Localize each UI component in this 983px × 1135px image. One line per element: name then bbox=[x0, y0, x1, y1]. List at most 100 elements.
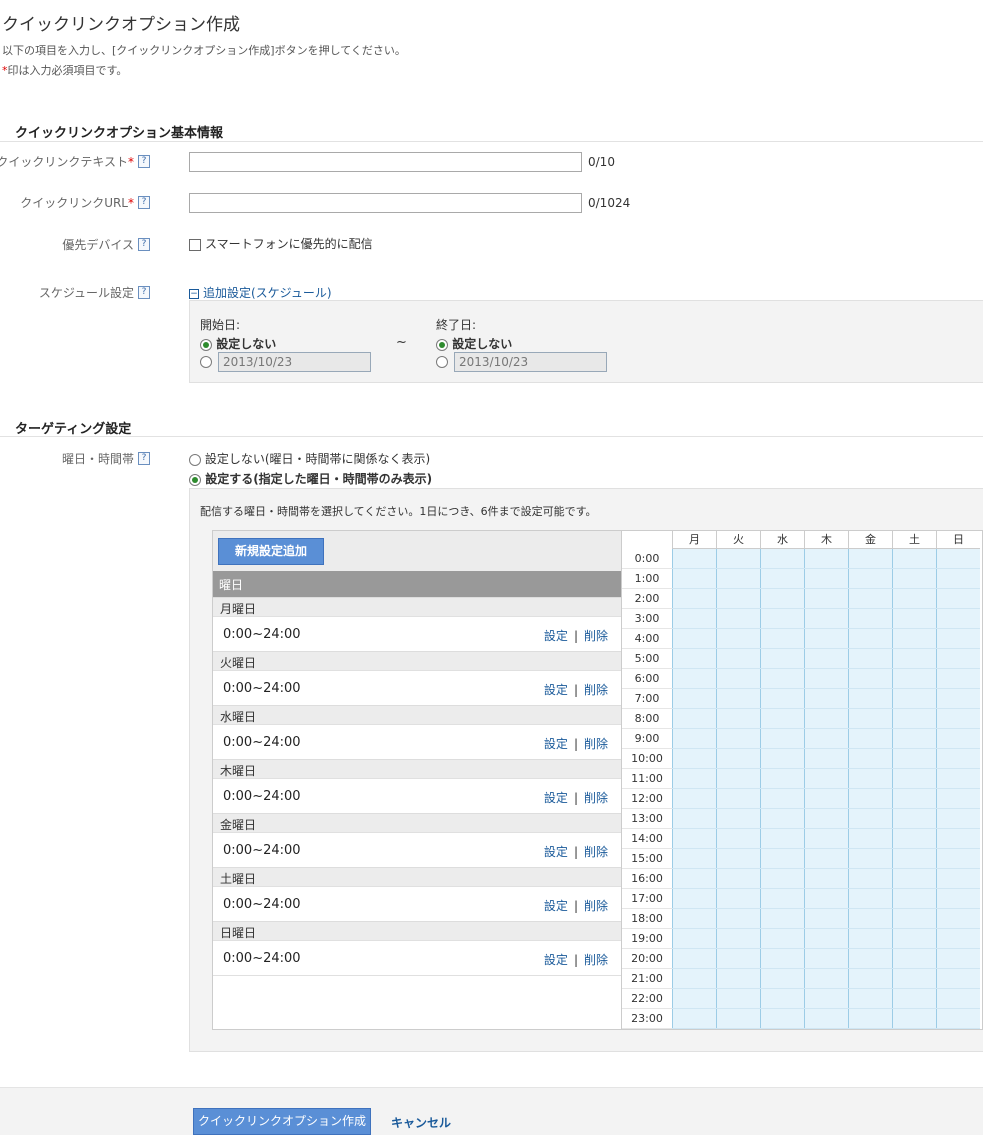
day-row: 0:00~24:00 設定 | 削除 bbox=[213, 670, 621, 705]
radio-label: 設定する(指定した曜日・時間帯のみ表示) bbox=[205, 472, 433, 486]
start-no-setting-radio[interactable] bbox=[200, 338, 212, 351]
end-date-input[interactable]: 2013/10/23 bbox=[454, 352, 607, 372]
grid-row-line bbox=[672, 628, 980, 629]
set-link[interactable]: 設定 bbox=[544, 683, 568, 697]
grid-day-header: 月 bbox=[672, 531, 716, 549]
separator: | bbox=[573, 845, 578, 859]
day-header: 月曜日 bbox=[213, 597, 621, 616]
delete-link[interactable]: 削除 bbox=[584, 683, 608, 697]
hour-label: 21:00 bbox=[622, 969, 672, 989]
cancel-link[interactable]: キャンセル bbox=[391, 1114, 451, 1131]
separator: | bbox=[573, 899, 578, 913]
add-setting-button[interactable]: 新規設定追加 bbox=[218, 538, 324, 565]
set-link[interactable]: 設定 bbox=[544, 791, 568, 805]
grid-day-header: 木 bbox=[804, 531, 848, 549]
help-icon[interactable]: ? bbox=[138, 238, 150, 251]
quicklink-text-input[interactable] bbox=[189, 152, 582, 172]
day-header: 土曜日 bbox=[213, 867, 621, 886]
quicklink-text-label: クイックリンクテキスト *? bbox=[0, 153, 150, 170]
quicklink-url-input[interactable] bbox=[189, 193, 582, 213]
time-range: 0:00~24:00 bbox=[223, 897, 301, 912]
set-link[interactable]: 設定 bbox=[544, 899, 568, 913]
grid-day-header: 日 bbox=[936, 531, 980, 549]
label-text: スケジュール設定 bbox=[38, 286, 134, 300]
row-actions: 設定 | 削除 bbox=[544, 681, 608, 698]
start-date-input[interactable]: 2013/10/23 bbox=[218, 352, 371, 372]
grid-row-line bbox=[672, 988, 980, 989]
set-link[interactable]: 設定 bbox=[544, 845, 568, 859]
row-actions: 設定 | 削除 bbox=[544, 843, 608, 860]
hour-label: 8:00 bbox=[622, 709, 672, 729]
delete-link[interactable]: 削除 bbox=[584, 845, 608, 859]
grid-row-line bbox=[672, 688, 980, 689]
end-date-radio-wrap[interactable] bbox=[436, 354, 448, 368]
schedule-label: スケジュール設定? bbox=[39, 284, 150, 301]
delete-link[interactable]: 削除 bbox=[584, 791, 608, 805]
day-header: 火曜日 bbox=[213, 651, 621, 670]
hour-label: 23:00 bbox=[622, 1009, 672, 1029]
help-icon[interactable]: ? bbox=[138, 452, 150, 465]
time-range: 0:00~24:00 bbox=[223, 951, 301, 966]
device-option-label: スマートフォンに優先的に配信 bbox=[205, 237, 373, 251]
page-description: 以下の項目を入力し、[クイックリンクオプション作成]ボタンを押してください。 bbox=[2, 44, 406, 57]
hour-label: 14:00 bbox=[622, 829, 672, 849]
set-link[interactable]: 設定 bbox=[544, 953, 568, 967]
dayparting-panel: 配信する曜日・時間帯を選択してください。1日につき、6件まで設定可能です。 新規… bbox=[189, 488, 983, 1052]
separator: | bbox=[573, 737, 578, 751]
end-no-setting-radio[interactable] bbox=[436, 338, 448, 351]
grid-day-column[interactable] bbox=[892, 549, 936, 1029]
page-title: クイックリンクオプション作成 bbox=[2, 15, 240, 35]
delete-link[interactable]: 削除 bbox=[584, 953, 608, 967]
help-icon[interactable]: ? bbox=[138, 155, 150, 168]
dayparting-on-radio[interactable] bbox=[189, 473, 201, 486]
hour-label: 4:00 bbox=[622, 629, 672, 649]
device-option[interactable]: スマートフォンに優先的に配信 bbox=[189, 235, 373, 252]
hour-label: 12:00 bbox=[622, 789, 672, 809]
device-label: 優先デバイス? bbox=[62, 236, 150, 253]
end-no-setting[interactable]: 設定しない bbox=[436, 335, 512, 352]
time-range: 0:00~24:00 bbox=[223, 681, 301, 696]
delete-link[interactable]: 削除 bbox=[584, 899, 608, 913]
schedule-toggle-label: 追加設定(スケジュール) bbox=[203, 286, 332, 300]
hour-label: 11:00 bbox=[622, 769, 672, 789]
row-actions: 設定 | 削除 bbox=[544, 951, 608, 968]
required-mark: * bbox=[128, 195, 134, 210]
dayparting-off-option[interactable]: 設定しない(曜日・時間帯に関係なく表示) bbox=[189, 450, 430, 467]
hour-label: 19:00 bbox=[622, 929, 672, 949]
required-note: *印は入力必須項目です。 bbox=[2, 62, 127, 78]
help-icon[interactable]: ? bbox=[138, 196, 150, 209]
set-link[interactable]: 設定 bbox=[544, 737, 568, 751]
radio-label: 設定しない(曜日・時間帯に関係なく表示) bbox=[204, 452, 431, 466]
start-date-radio[interactable] bbox=[200, 355, 212, 368]
grid-row-line bbox=[672, 1028, 980, 1029]
delete-link[interactable]: 削除 bbox=[584, 737, 608, 751]
smartphone-checkbox[interactable] bbox=[189, 238, 201, 251]
time-range: 0:00~24:00 bbox=[223, 735, 301, 750]
grid-day-column[interactable] bbox=[804, 549, 848, 1029]
set-link[interactable]: 設定 bbox=[544, 629, 568, 643]
basic-info-heading: クイックリンクオプション基本情報 bbox=[15, 126, 224, 141]
grid-day-column[interactable] bbox=[716, 549, 760, 1029]
help-icon[interactable]: ? bbox=[138, 286, 150, 299]
delete-link[interactable]: 削除 bbox=[584, 629, 608, 643]
label-text: 優先デバイス bbox=[62, 238, 134, 252]
create-button[interactable]: クイックリンクオプション作成 bbox=[193, 1108, 371, 1135]
dayparting-off-radio[interactable] bbox=[189, 453, 201, 466]
grid-row-line bbox=[672, 648, 980, 649]
grid-day-column[interactable] bbox=[760, 549, 804, 1029]
grid-day-column[interactable] bbox=[672, 549, 716, 1029]
grid-day-column[interactable] bbox=[848, 549, 892, 1029]
footer-bar: クイックリンクオプション作成 キャンセル bbox=[0, 1087, 983, 1135]
grid-day-header: 火 bbox=[716, 531, 760, 549]
grid-day-column[interactable] bbox=[936, 549, 980, 1029]
start-no-setting[interactable]: 設定しない bbox=[200, 335, 276, 352]
time-range: 0:00~24:00 bbox=[223, 843, 301, 858]
row-actions: 設定 | 削除 bbox=[544, 627, 608, 644]
separator: | bbox=[573, 683, 578, 697]
dayparting-on-option[interactable]: 設定する(指定した曜日・時間帯のみ表示) bbox=[189, 470, 432, 487]
schedule-toggle[interactable]: − 追加設定(スケジュール) bbox=[189, 284, 332, 301]
grid-day-header: 土 bbox=[892, 531, 936, 549]
schedule-panel: 開始日: 設定しない 2013/10/23 ~ 終了日: 設定しない 2013/… bbox=[189, 300, 983, 383]
start-date-radio-wrap[interactable] bbox=[200, 354, 212, 368]
end-date-radio[interactable] bbox=[436, 355, 448, 368]
